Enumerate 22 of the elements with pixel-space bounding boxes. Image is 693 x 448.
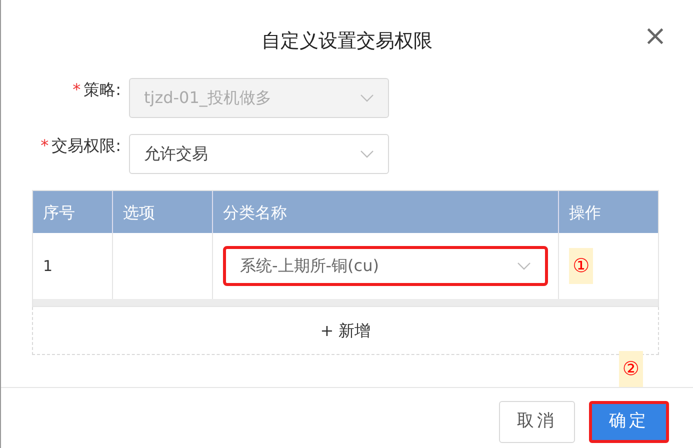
field-label: 策略: (84, 80, 121, 99)
required-mark: * (40, 136, 49, 155)
dialog-title: 自定义设置交易权限 (262, 30, 432, 52)
step-marker: ① (569, 248, 594, 284)
add-button[interactable]: + 新增 (314, 316, 377, 344)
select-field[interactable]: 允许交易 (129, 134, 389, 174)
scroll-bar[interactable] (33, 299, 658, 306)
required-mark: * (72, 80, 81, 99)
column-header: 序号 (33, 191, 113, 233)
cancel-button[interactable]: 取消 (499, 400, 575, 442)
chevron-icon (517, 262, 531, 270)
chevron-icon (360, 150, 374, 158)
column-header: 选项 (113, 191, 213, 233)
step-marker: ② (618, 351, 643, 387)
column-header: 操作 (568, 202, 602, 224)
select-field[interactable]: 系统-上期所-铜(cu) (223, 246, 548, 286)
close-button[interactable]: × (644, 22, 667, 50)
column-header: 分类名称 (213, 191, 559, 233)
confirm-button[interactable]: 确定 (589, 400, 669, 442)
select-field: tjzd-01_投机做多 (129, 78, 389, 118)
field-label: 交易权限: (52, 136, 121, 155)
chevron-icon (360, 94, 374, 102)
